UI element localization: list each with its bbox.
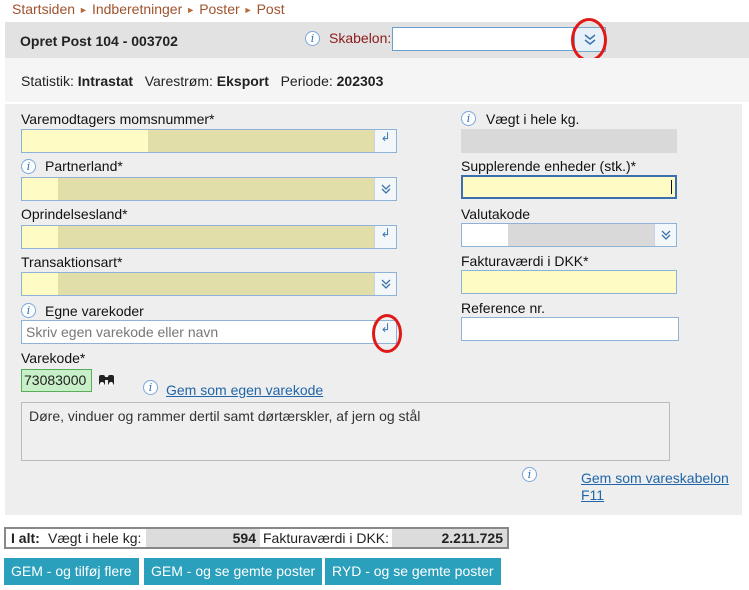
- varekode-description: Døre, vinduer og rammer dertil samt dørt…: [21, 402, 670, 461]
- varekode-label: Varekode*: [21, 350, 86, 366]
- totals-vaegt-label: Vægt i hele kg:: [48, 530, 142, 546]
- oprindelsesland-label: Oprindelsesland*: [21, 206, 128, 222]
- statistik-value: Intrastat: [77, 73, 134, 89]
- skabelon-label: Skabelon:: [329, 30, 392, 46]
- periode-value: 202303: [336, 73, 384, 89]
- fakturavaerdi-input[interactable]: [461, 270, 677, 294]
- partnerland-select[interactable]: [21, 177, 397, 201]
- stats-summary: Statistik: Intrastat Varestrøm: Eksport …: [21, 73, 383, 89]
- binoculars-icon[interactable]: [96, 370, 118, 390]
- varestrom-value: Eksport: [216, 73, 269, 89]
- breadcrumb-poster[interactable]: Poster: [199, 1, 239, 17]
- chevron-down-icon[interactable]: [374, 178, 396, 200]
- oprindelsesland-field[interactable]: ↲: [21, 225, 397, 249]
- statistik-label: Statistik:: [21, 73, 74, 89]
- breadcrumb-startsiden[interactable]: Startsiden: [12, 1, 75, 17]
- info-icon[interactable]: i: [143, 380, 158, 395]
- info-icon[interactable]: i: [21, 159, 36, 174]
- transaktionsart-label: Transaktionsart*: [21, 254, 123, 270]
- reference-label: Reference nr.: [461, 300, 546, 316]
- page-title: Opret Post 104 - 003702: [20, 33, 178, 49]
- gem-se-gemte-button[interactable]: GEM - og se gemte poster: [144, 558, 323, 585]
- supplerende-label: Supplerende enheder (stk.)*: [461, 158, 637, 174]
- transaktionsart-select[interactable]: [21, 272, 397, 296]
- breadcrumb-indberetninger[interactable]: Indberetninger: [92, 1, 182, 17]
- breadcrumb-separator-icon: ►: [79, 5, 88, 15]
- chevron-down-icon[interactable]: [374, 273, 396, 295]
- supplerende-input[interactable]: [461, 175, 677, 199]
- varekode-input[interactable]: 73083000: [21, 369, 92, 392]
- text-cursor: [671, 180, 672, 194]
- egne-varekoder-label: Egne varekoder: [45, 303, 144, 319]
- highlight-ring: [571, 18, 607, 62]
- totals-label: I alt:: [11, 530, 40, 546]
- breadcrumb-post[interactable]: Post: [257, 1, 285, 17]
- egne-varekoder-placeholder: Skriv egen varekode eller navn: [26, 324, 219, 340]
- valutakode-select[interactable]: [461, 223, 677, 247]
- varestrom-label: Varestrøm:: [144, 73, 213, 89]
- gem-tilfoj-flere-button[interactable]: GEM - og tilføj flere: [4, 558, 139, 585]
- fakturavaerdi-label: Fakturaværdi i DKK*: [461, 253, 589, 269]
- valutakode-label: Valutakode: [461, 206, 531, 222]
- totals-faktura-label: Fakturaværdi i DKK:: [263, 530, 390, 546]
- breadcrumb: Startsiden ► Indberetninger ► Poster ► Post: [12, 1, 285, 17]
- periode-label: Periode:: [280, 73, 333, 89]
- momsnummer-field[interactable]: ↲: [21, 129, 397, 153]
- info-icon[interactable]: i: [21, 303, 36, 318]
- info-icon[interactable]: i: [461, 111, 476, 126]
- partnerland-label: Partnerland*: [45, 158, 123, 174]
- totals-faktura-value: 2.211.725: [392, 529, 507, 547]
- vaegt-label: Vægt i hele kg.: [486, 111, 580, 127]
- totals-vaegt-value: 594: [146, 529, 260, 547]
- breadcrumb-separator-icon: ►: [243, 5, 253, 15]
- lookup-icon[interactable]: ↲: [374, 130, 396, 152]
- info-icon[interactable]: i: [305, 31, 320, 46]
- vaegt-field: [461, 129, 677, 153]
- gem-vareskabelon-link[interactable]: Gem som vareskabelon F11: [581, 470, 729, 504]
- highlight-ring: [372, 314, 402, 353]
- gem-vareskabelon-shortcut: F11: [581, 487, 605, 503]
- ryd-se-gemte-button[interactable]: RYD - og se gemte poster: [325, 558, 501, 585]
- info-icon[interactable]: i: [522, 467, 537, 482]
- totals-bar: I alt: Vægt i hele kg: 594 Fakturaværdi …: [4, 527, 509, 549]
- gem-vareskabelon-text: Gem som vareskabelon: [581, 470, 729, 486]
- egne-varekoder-input[interactable]: Skriv egen varekode eller navn ↲: [21, 320, 397, 344]
- momsnummer-label: Varemodtagers momsnummer*: [21, 111, 215, 127]
- gem-egen-varekode-link[interactable]: Gem som egen varekode: [166, 382, 323, 398]
- skabelon-input[interactable]: [392, 27, 574, 51]
- breadcrumb-separator-icon: ►: [186, 5, 196, 15]
- chevron-down-icon[interactable]: [654, 224, 676, 246]
- lookup-icon[interactable]: ↲: [374, 226, 396, 248]
- reference-input[interactable]: [461, 317, 679, 341]
